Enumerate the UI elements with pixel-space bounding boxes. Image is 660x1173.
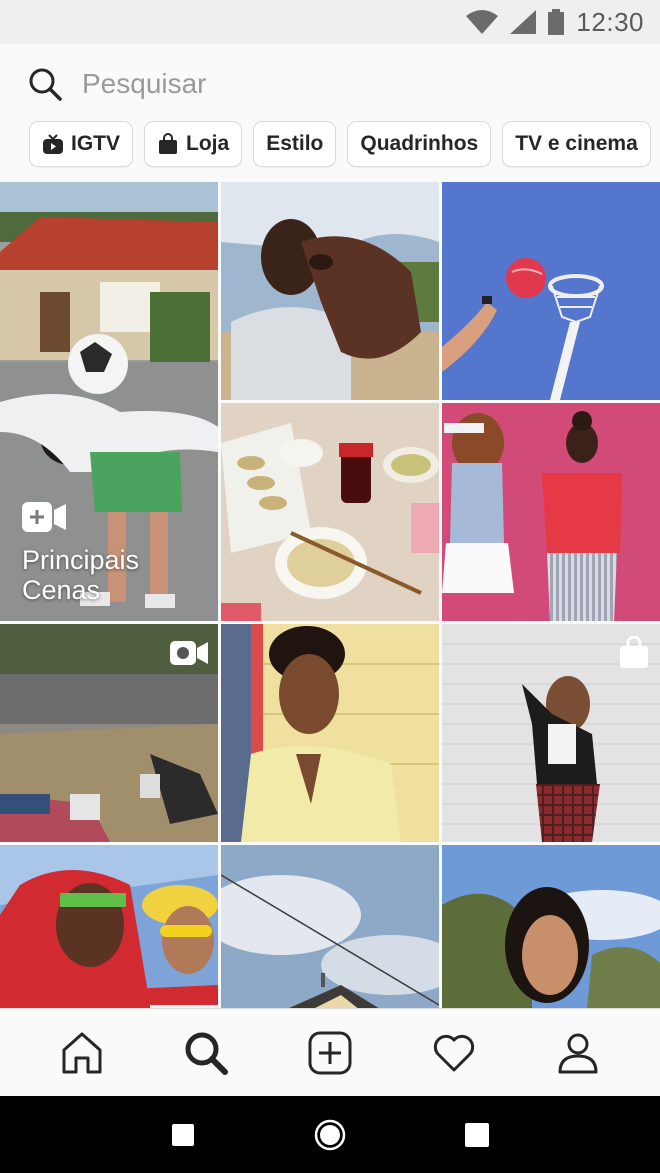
photo-yellow-wall bbox=[221, 624, 439, 842]
grid-tile[interactable] bbox=[442, 403, 660, 621]
chip-estilo[interactable]: Estilo bbox=[253, 121, 337, 167]
search-icon bbox=[185, 1032, 228, 1075]
nav-activity-button[interactable] bbox=[424, 1023, 484, 1083]
home-icon bbox=[62, 1032, 102, 1073]
nav-search-button[interactable] bbox=[176, 1023, 236, 1083]
photo-sky-roof bbox=[221, 845, 439, 1009]
grid-tile[interactable] bbox=[221, 403, 439, 621]
chip-label: TV e cinema bbox=[515, 132, 638, 155]
shopping-bag-icon bbox=[159, 133, 178, 154]
home-circle-icon bbox=[314, 1119, 346, 1150]
nav-new-post-button[interactable] bbox=[300, 1023, 360, 1083]
search-icon bbox=[29, 68, 62, 101]
explore-grid: Principais Cenas bbox=[0, 182, 660, 1009]
chip-label: Loja bbox=[186, 132, 230, 155]
heart-icon bbox=[433, 1034, 475, 1071]
photo-friends-glasses bbox=[0, 845, 218, 1009]
photo-boy-dog bbox=[221, 182, 439, 400]
signal-icon bbox=[510, 10, 537, 34]
wifi-icon bbox=[466, 10, 499, 34]
grid-tile[interactable] bbox=[0, 845, 218, 1009]
grid-tile[interactable] bbox=[221, 845, 439, 1009]
chip-quadrinhos[interactable]: Quadrinhos bbox=[347, 121, 492, 167]
recents-icon bbox=[172, 1123, 195, 1146]
search-input[interactable] bbox=[80, 67, 600, 101]
photo-netball bbox=[442, 182, 660, 400]
photo-noodles bbox=[221, 403, 439, 621]
chip-igtv[interactable]: IGTV bbox=[29, 121, 134, 167]
igtv-icon bbox=[43, 134, 63, 154]
system-home-button[interactable] bbox=[310, 1115, 350, 1155]
profile-icon bbox=[558, 1033, 598, 1073]
system-recents-button[interactable] bbox=[163, 1115, 203, 1155]
system-nav-bar bbox=[0, 1096, 660, 1173]
chip-loja[interactable]: Loja bbox=[144, 121, 243, 167]
system-back-button[interactable] bbox=[457, 1115, 497, 1155]
battery-icon bbox=[548, 9, 565, 35]
grid-tile[interactable] bbox=[221, 182, 439, 400]
nav-profile-button[interactable] bbox=[548, 1023, 608, 1083]
featured-label: Principais Cenas bbox=[22, 545, 140, 605]
chip-tv-e-cinema[interactable]: TV e cinema bbox=[502, 121, 651, 167]
chip-label: Quadrinhos bbox=[360, 132, 479, 155]
status-time: 12:30 bbox=[576, 6, 644, 37]
search-bar[interactable] bbox=[0, 44, 660, 124]
grid-tile[interactable] bbox=[442, 182, 660, 400]
video-camera-icon bbox=[170, 641, 208, 665]
add-video-icon bbox=[22, 502, 66, 532]
back-icon bbox=[464, 1122, 489, 1147]
grid-tile[interactable] bbox=[442, 624, 660, 842]
chip-label: IGTV bbox=[71, 132, 121, 155]
grid-tile[interactable] bbox=[0, 624, 218, 842]
grid-tile[interactable] bbox=[442, 845, 660, 1009]
nav-home-button[interactable] bbox=[52, 1023, 112, 1083]
grid-tile[interactable] bbox=[221, 624, 439, 842]
category-chips: IGTV Loja Estilo Quadrinhos TV e cinema … bbox=[0, 120, 660, 168]
shopping-bag-icon bbox=[620, 636, 648, 668]
featured-tile[interactable]: Principais Cenas bbox=[0, 182, 218, 621]
chip-label: Estilo bbox=[266, 132, 324, 155]
plus-square-icon bbox=[308, 1031, 352, 1074]
status-bar: 12:30 bbox=[0, 0, 660, 44]
photo-pink-wall bbox=[442, 403, 660, 621]
bottom-nav bbox=[0, 1008, 660, 1096]
photo-woman-outdoors bbox=[442, 845, 660, 1009]
